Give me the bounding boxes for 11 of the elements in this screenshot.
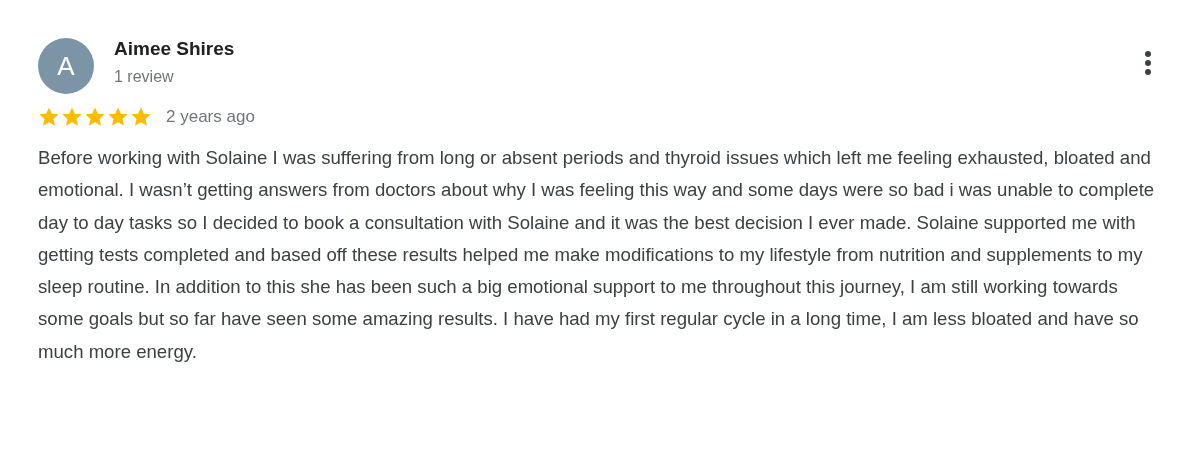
avatar: A: [38, 38, 94, 94]
star-icon: [61, 106, 83, 128]
review-time: 2 years ago: [166, 107, 255, 127]
review-text: Before working with Solaine I was suffering from long or absent periods and thyroid issues which left me feeling exhausted, bloated and emotional. I wasn’t getting answers from doctors about why I was feeling this way and some days were so bad i was unable to complete day to day tasks so I decided to book a consultation with Solaine and it was the best decision I ever made. Solaine supported me with getting tests completed and based off these results helped me make modifications to my lifestyle from nutrition and supplements to my sleep routine. In addition to this she has been such a big emotional support to me throughout this journey, I am still working towards some goals but so far have seen some amazing results. I have had my first regular cycle in a long time, I am less bloated and have so much more energy.: [38, 146, 1156, 364]
more-options-icon[interactable]: [1144, 50, 1152, 76]
review-count: 1 review: [114, 68, 175, 86]
star-icon: [84, 106, 106, 128]
star-icon: [130, 106, 152, 128]
star-icon: [38, 106, 60, 128]
star-icon: [107, 106, 129, 128]
reviewer-name: Aimee Shires: [114, 38, 235, 60]
